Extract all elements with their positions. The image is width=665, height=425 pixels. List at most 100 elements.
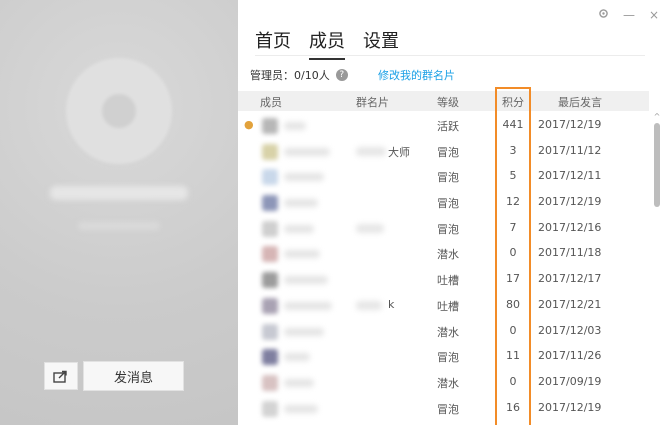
member-avatar[interactable] bbox=[262, 169, 278, 186]
member-avatar[interactable] bbox=[262, 272, 278, 289]
member-points: 3 bbox=[509, 143, 517, 157]
member-name-blurred bbox=[284, 250, 320, 259]
member-level: 冒泡 bbox=[437, 222, 459, 236]
tab-home[interactable]: 首页 bbox=[255, 27, 291, 58]
member-row[interactable]: 潜水 0 2017/11/18 bbox=[238, 241, 649, 267]
member-points: 0 bbox=[509, 323, 517, 337]
scrollbar[interactable]: ^ bbox=[653, 113, 661, 425]
admin-count: 管理员：0/10人 ? bbox=[250, 67, 348, 83]
member-last-speak: 2017/11/12 bbox=[538, 143, 602, 157]
member-last-speak: 2017/12/11 bbox=[538, 169, 602, 183]
member-name-blurred bbox=[284, 404, 318, 413]
main-tabs: 首页 成员 设置 bbox=[255, 27, 399, 60]
member-level: 冒泡 bbox=[437, 145, 459, 159]
member-points: 5 bbox=[509, 169, 517, 183]
member-name-blurred bbox=[284, 327, 324, 336]
member-last-speak: 2017/12/19 bbox=[538, 195, 602, 209]
member-points: 17 bbox=[506, 272, 520, 286]
member-name-blurred bbox=[284, 173, 324, 182]
member-last-speak: 2017/12/19 bbox=[538, 118, 602, 131]
member-avatar[interactable] bbox=[262, 118, 278, 134]
settings-icon[interactable] bbox=[598, 8, 609, 22]
share-button[interactable] bbox=[44, 362, 78, 390]
tab-settings[interactable]: 设置 bbox=[363, 27, 399, 58]
member-level: 冒泡 bbox=[437, 351, 459, 365]
member-avatar[interactable] bbox=[262, 297, 278, 314]
member-card-text: 大师 bbox=[388, 145, 410, 159]
member-points: 80 bbox=[506, 297, 520, 311]
member-last-speak: 2017/11/18 bbox=[538, 246, 602, 260]
member-row[interactable]: k 吐槽 80 2017/12/21 bbox=[238, 293, 649, 319]
member-level: 潜水 bbox=[437, 376, 459, 390]
member-points: 441 bbox=[502, 118, 524, 131]
member-avatar[interactable] bbox=[262, 374, 278, 391]
member-row[interactable]: 冒泡 16 2017/12/19 bbox=[238, 396, 649, 422]
member-name-blurred bbox=[284, 301, 332, 310]
member-row[interactable]: 冒泡 5 2017/12/11 bbox=[238, 164, 649, 190]
col-points[interactable]: 积分 bbox=[502, 94, 524, 110]
member-name-blurred bbox=[284, 122, 306, 130]
member-level: 潜水 bbox=[437, 325, 459, 339]
edit-my-card-link[interactable]: 修改我的群名片 bbox=[378, 67, 455, 83]
group-id-blurred bbox=[78, 222, 160, 230]
member-card-blurred bbox=[356, 146, 386, 156]
close-icon[interactable]: × bbox=[649, 8, 659, 22]
member-avatar[interactable] bbox=[262, 143, 278, 160]
member-row[interactable]: 吐槽 17 2017/12/17 bbox=[238, 267, 649, 293]
col-member[interactable]: 成员 bbox=[260, 94, 282, 110]
tab-members[interactable]: 成员 bbox=[309, 27, 345, 60]
member-avatar[interactable] bbox=[262, 246, 278, 263]
member-level: 吐槽 bbox=[437, 274, 459, 288]
member-level: 冒泡 bbox=[437, 402, 459, 416]
member-name-blurred bbox=[284, 378, 314, 387]
member-name-blurred bbox=[284, 147, 330, 156]
member-last-speak: 2017/12/21 bbox=[538, 297, 602, 311]
minimize-icon[interactable]: — bbox=[623, 8, 635, 22]
share-icon bbox=[53, 370, 67, 383]
group-name-blurred bbox=[50, 186, 188, 200]
member-table-header: 成员 群名片 等级 积分 最后发言 bbox=[238, 91, 649, 111]
member-row[interactable]: 大师 冒泡 3 2017/11/12 bbox=[238, 139, 649, 165]
member-points: 11 bbox=[506, 349, 520, 363]
member-avatar[interactable] bbox=[262, 400, 278, 417]
admin-count-label: 管理员：0/10人 bbox=[250, 69, 330, 82]
member-avatar[interactable] bbox=[262, 349, 278, 366]
member-name-blurred bbox=[284, 353, 310, 362]
member-level: 吐槽 bbox=[437, 299, 459, 313]
member-row[interactable]: 冒泡 12 2017/12/19 bbox=[238, 190, 649, 216]
member-avatar[interactable] bbox=[262, 195, 278, 212]
col-level[interactable]: 等级 bbox=[437, 94, 459, 110]
scroll-up-icon[interactable]: ^ bbox=[653, 113, 661, 121]
member-avatar[interactable] bbox=[262, 323, 278, 340]
group-avatar-center bbox=[102, 94, 136, 128]
member-row[interactable]: 潜水 0 2017/12/03 bbox=[238, 319, 649, 345]
member-last-speak: 2017/09/19 bbox=[538, 374, 602, 388]
member-last-speak: 2017/12/19 bbox=[538, 400, 602, 414]
member-row[interactable]: 潜水 0 2017/09/19 bbox=[238, 370, 649, 396]
member-points: 16 bbox=[506, 400, 520, 414]
member-level: 活跃 bbox=[437, 120, 459, 133]
member-avatar[interactable] bbox=[262, 220, 278, 237]
member-name-blurred bbox=[284, 224, 314, 233]
member-row[interactable]: 冒泡 7 2017/12/16 bbox=[238, 216, 649, 242]
send-message-button[interactable]: 发消息 bbox=[83, 361, 184, 391]
member-points: 7 bbox=[509, 220, 517, 234]
member-points: 0 bbox=[509, 246, 517, 260]
member-name-blurred bbox=[284, 199, 318, 208]
group-profile-panel: 发消息 bbox=[0, 0, 238, 425]
col-last-speak[interactable]: 最后发言 bbox=[558, 94, 602, 110]
member-row[interactable]: ● 活跃 441 2017/12/19 bbox=[238, 113, 649, 139]
member-name-blurred bbox=[284, 276, 328, 285]
help-icon[interactable]: ? bbox=[335, 69, 348, 81]
member-card-text: k bbox=[388, 297, 395, 311]
scroll-thumb[interactable] bbox=[654, 123, 660, 207]
group-avatar[interactable] bbox=[66, 58, 172, 164]
member-list: ● 活跃 441 2017/12/19 大师 冒泡 3 2017/11/12 冒泡 5 2017/1… bbox=[238, 113, 649, 421]
member-card-blurred bbox=[356, 223, 384, 233]
member-row[interactable]: 冒泡 11 2017/11/26 bbox=[238, 344, 649, 370]
window-controls: — × bbox=[598, 8, 659, 22]
col-card[interactable]: 群名片 bbox=[356, 94, 389, 110]
member-points: 12 bbox=[506, 195, 520, 209]
member-last-speak: 2017/11/26 bbox=[538, 349, 602, 363]
owner-icon: ● bbox=[244, 118, 254, 131]
